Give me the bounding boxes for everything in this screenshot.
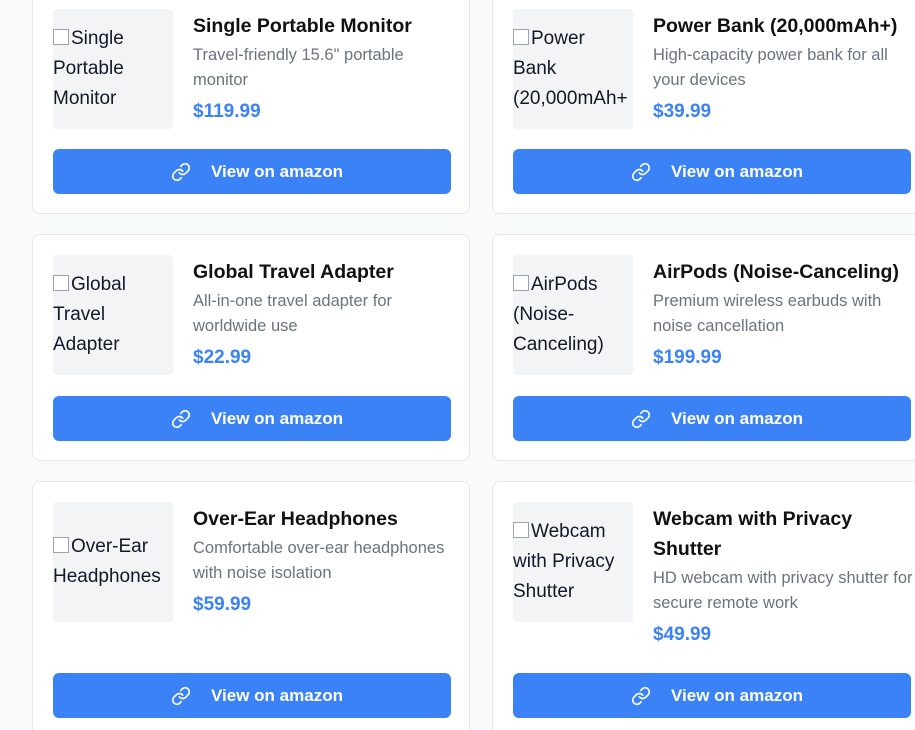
product-card: Global Travel Adapter Global Travel Adap… xyxy=(32,234,470,461)
broken-image-icon xyxy=(513,29,529,45)
product-card: Power Bank (20,000mAh+ Power Bank (20,00… xyxy=(492,0,915,214)
product-description: HD webcam with privacy shutter for secur… xyxy=(653,569,913,612)
product-title: Global Travel Adapter xyxy=(193,261,394,283)
button-label: View on amazon xyxy=(211,408,343,428)
product-image: Over-Ear Headphones xyxy=(53,502,173,622)
product-title: Webcam with Privacy Shutter xyxy=(653,508,853,560)
product-title: AirPods (Noise-Canceling) xyxy=(653,261,899,283)
product-image: Single Portable Monitor xyxy=(53,9,173,129)
button-label: View on amazon xyxy=(211,685,343,705)
broken-image-icon xyxy=(53,275,69,291)
view-on-amazon-button[interactable]: View on amazon xyxy=(53,396,451,441)
product-card: Over-Ear Headphones Over-Ear Headphones … xyxy=(32,481,470,730)
product-image-alt: Over-Ear Headphones xyxy=(53,536,161,587)
button-label: View on amazon xyxy=(211,161,343,181)
product-card: Webcam with Privacy Shutter Webcam with … xyxy=(492,481,915,730)
product-info: Over-Ear Headphones Comfortable over-ear… xyxy=(193,504,457,618)
product-description: Travel-friendly 15.6" portable monitor xyxy=(193,46,404,89)
product-info: Single Portable Monitor Travel-friendly … xyxy=(193,11,457,125)
product-price: $49.99 xyxy=(653,624,712,645)
broken-image-icon xyxy=(513,275,529,291)
link-icon xyxy=(171,409,191,429)
product-description: High-capacity power bank for all your de… xyxy=(653,46,888,89)
product-info: Global Travel Adapter All-in-one travel … xyxy=(193,257,457,371)
product-description: All-in-one travel adapter for worldwide … xyxy=(193,292,393,335)
link-icon xyxy=(631,409,651,429)
product-title: Power Bank (20,000mAh+) xyxy=(653,15,898,37)
product-image: Webcam with Privacy Shutter xyxy=(513,502,633,622)
product-info: Power Bank (20,000mAh+) High-capacity po… xyxy=(653,11,915,125)
product-image: Global Travel Adapter xyxy=(53,255,173,375)
product-title: Over-Ear Headphones xyxy=(193,508,398,530)
view-on-amazon-button[interactable]: View on amazon xyxy=(53,673,451,718)
button-label: View on amazon xyxy=(671,685,803,705)
product-grid: Single Portable Monitor Single Portable … xyxy=(0,0,915,730)
product-info: Webcam with Privacy Shutter HD webcam wi… xyxy=(653,504,915,648)
product-image: AirPods (Noise-Canceling) xyxy=(513,255,633,375)
view-on-amazon-button[interactable]: View on amazon xyxy=(513,396,911,441)
product-price: $59.99 xyxy=(193,594,252,615)
product-image: Power Bank (20,000mAh+ xyxy=(513,9,633,129)
product-card: Single Portable Monitor Single Portable … xyxy=(32,0,470,214)
product-image-alt: Power Bank (20,000mAh+ xyxy=(513,28,628,109)
product-card: AirPods (Noise-Canceling) AirPods (Noise… xyxy=(492,234,915,461)
broken-image-icon xyxy=(53,537,69,553)
broken-image-icon xyxy=(513,522,529,538)
button-label: View on amazon xyxy=(671,161,803,181)
view-on-amazon-button[interactable]: View on amazon xyxy=(53,149,451,194)
view-on-amazon-button[interactable]: View on amazon xyxy=(513,673,911,718)
link-icon xyxy=(171,162,191,182)
broken-image-icon xyxy=(53,29,69,45)
link-icon xyxy=(171,686,191,706)
product-price: $39.99 xyxy=(653,101,712,122)
product-price: $199.99 xyxy=(653,347,722,368)
product-price: $22.99 xyxy=(193,347,252,368)
product-price: $119.99 xyxy=(193,101,261,122)
product-title: Single Portable Monitor xyxy=(193,15,412,37)
link-icon xyxy=(631,686,651,706)
product-info: AirPods (Noise-Canceling) Premium wirele… xyxy=(653,257,915,371)
link-icon xyxy=(631,162,651,182)
product-description: Premium wireless earbuds with noise canc… xyxy=(653,292,882,335)
button-label: View on amazon xyxy=(671,408,803,428)
product-description: Comfortable over-ear headphones with noi… xyxy=(193,539,445,582)
view-on-amazon-button[interactable]: View on amazon xyxy=(513,149,911,194)
